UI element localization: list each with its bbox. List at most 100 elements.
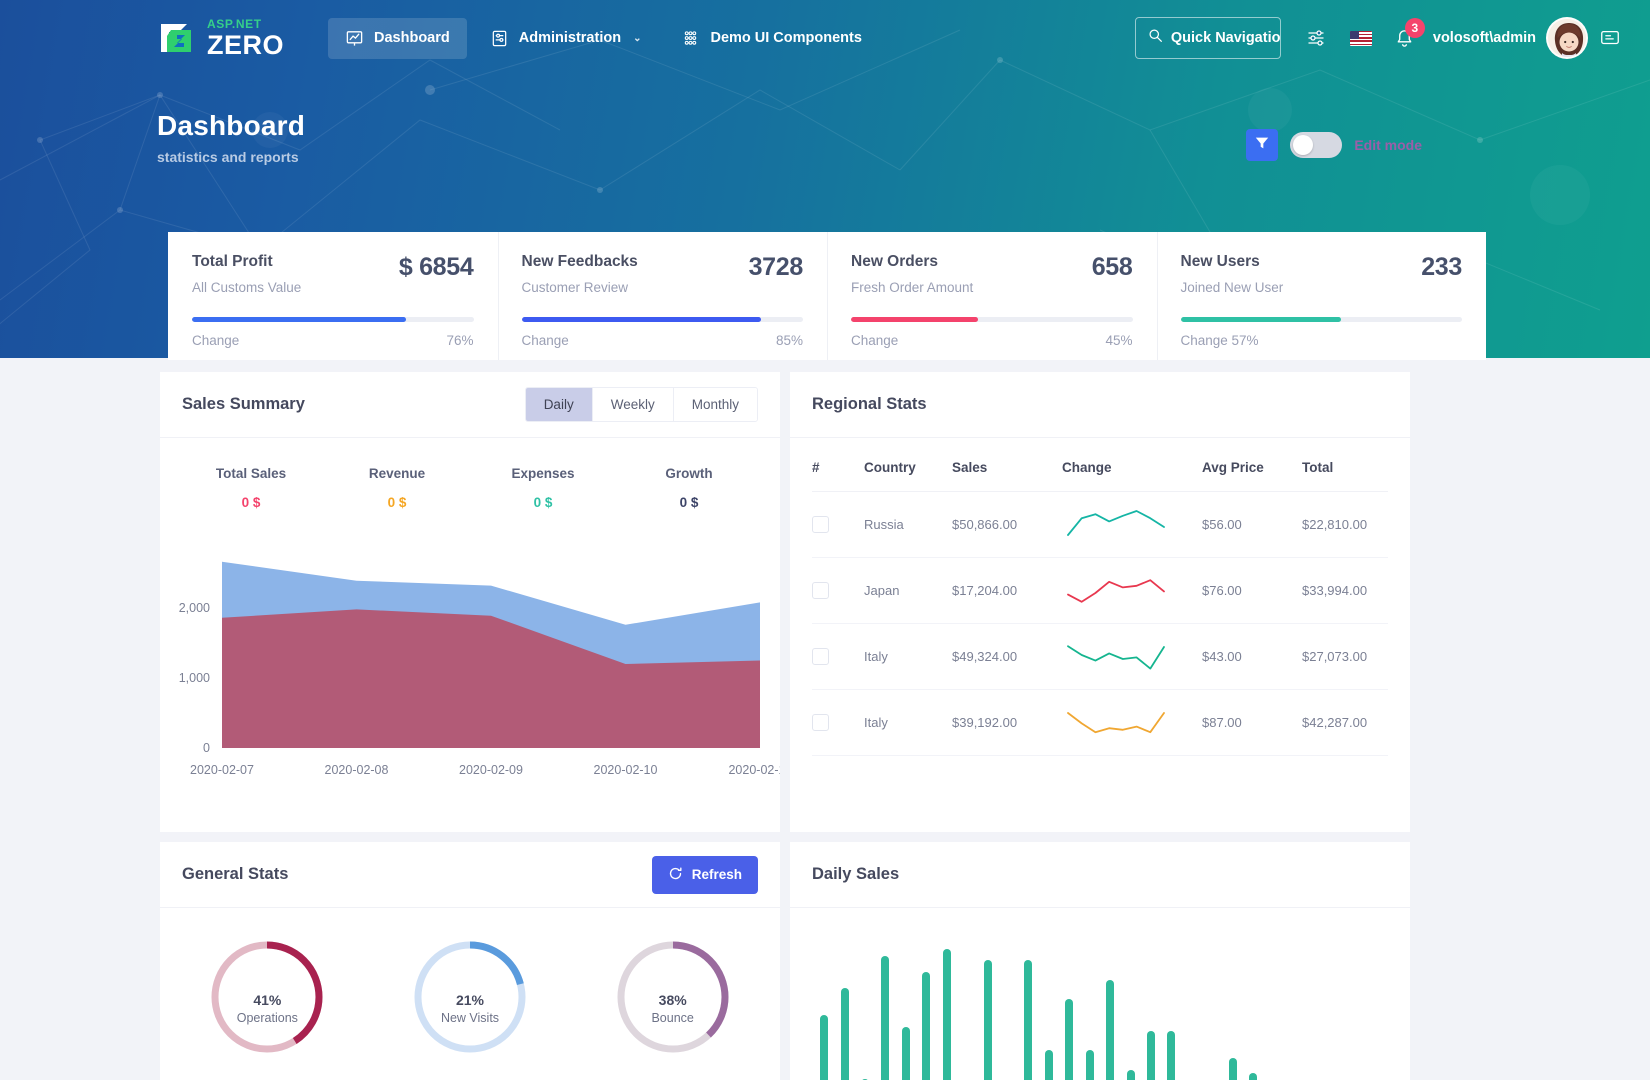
col-total: Total [1302, 438, 1388, 492]
kpi-change-value: 76% [446, 333, 474, 348]
bar-slot [1345, 934, 1365, 1080]
cell-change [1062, 689, 1202, 756]
cell-sales: $50,866.00 [952, 491, 1062, 558]
top-right-actions: 3 volosoft\admin [1134, 16, 1650, 60]
donut-name: Bounce [651, 1011, 694, 1025]
edit-mode-toggle[interactable] [1290, 132, 1343, 158]
kpi-card-new-orders: New Orders Fresh Order Amount 658 Change… [827, 232, 1157, 360]
sparkline [1067, 712, 1165, 734]
kpi-change-value: 45% [1105, 333, 1133, 348]
col-sales: Sales [952, 438, 1062, 492]
bar-slot [916, 934, 936, 1080]
grid-dots-icon [681, 29, 700, 48]
bar [1085, 1050, 1094, 1080]
cell-avg-price: $87.00 [1202, 689, 1302, 756]
kpi-change-label: Change [192, 333, 240, 348]
tab-monthly[interactable]: Monthly [673, 388, 757, 421]
stat-label: Total Sales [215, 466, 287, 481]
bar-slot [1325, 934, 1345, 1080]
settings-sliders-button[interactable] [1295, 16, 1339, 60]
sparkline [1067, 645, 1165, 670]
notifications-button[interactable]: 3 [1383, 16, 1427, 60]
nav-item-demo-ui-components[interactable]: Demo UI Components [664, 18, 878, 59]
kpi-title: New Orders [851, 253, 939, 270]
donut-operations: 41% Operations [166, 934, 369, 1060]
refresh-button[interactable]: Refresh [651, 855, 758, 894]
stat-value: 0 $ [533, 495, 553, 510]
kpi-title: New Feedbacks [521, 253, 638, 270]
panel-title: Sales Summary [182, 395, 305, 413]
quick-navigation-search[interactable] [1134, 17, 1281, 59]
cell-checkbox [812, 623, 864, 690]
kpi-value: 658 [1091, 253, 1133, 281]
nav-item-administration[interactable]: Administration ⌄ [473, 18, 659, 59]
nav-label-dashboard: Dashboard [374, 30, 450, 46]
cell-total: $27,073.00 [1302, 623, 1388, 690]
language-selector-button[interactable] [1339, 16, 1383, 60]
donut-percent: 41% [253, 992, 282, 1008]
donut-new-visits: 21% New Visits [369, 934, 572, 1060]
nav-item-dashboard[interactable]: Dashboard [328, 17, 467, 59]
bar-slot [1059, 934, 1079, 1080]
row-checkbox[interactable] [812, 516, 829, 533]
general-stats-header: General Stats Refresh [160, 842, 780, 908]
kpi-title: New Users [1180, 253, 1260, 270]
filter-button[interactable] [1246, 129, 1279, 161]
kpi-subtitle: Fresh Order Amount [851, 280, 974, 295]
kpi-change-label: Change 57% [1180, 333, 1259, 348]
tab-daily[interactable]: Daily [525, 388, 593, 421]
sparkline [1067, 579, 1165, 603]
stat-value: 0 $ [241, 495, 261, 510]
cell-total: $33,994.00 [1302, 557, 1388, 624]
stat-revenue: Revenue 0 $ [324, 466, 470, 510]
kpi-progress-bar [1180, 317, 1462, 322]
bar [1024, 960, 1033, 1080]
notification-badge: 3 [1404, 18, 1425, 38]
cell-sales: $49,324.00 [952, 623, 1062, 690]
bar-slot [1304, 934, 1324, 1080]
bar-slot [1284, 934, 1304, 1080]
bar-slot [1365, 934, 1385, 1080]
avatar[interactable] [1546, 17, 1588, 59]
kpi-card-new-feedbacks: New Feedbacks Customer Review 3728 Chang… [497, 232, 828, 360]
x-axis-tick: 2020-02-10 [594, 763, 658, 777]
row-checkbox[interactable] [812, 582, 829, 599]
tab-weekly[interactable]: Weekly [592, 388, 674, 421]
bar-slot [998, 934, 1018, 1080]
bar-slot [1100, 934, 1120, 1080]
brand-logo[interactable]: ASP.NET ZERO [157, 18, 284, 59]
row-checkbox[interactable] [812, 648, 829, 665]
kpi-subtitle: Joined New User [1180, 280, 1284, 295]
row-checkbox[interactable] [812, 714, 829, 731]
chat-button[interactable] [1588, 16, 1632, 60]
sales-summary-panel: Sales Summary Daily Weekly Monthly Total… [160, 372, 792, 832]
brand-main-text: ZERO [207, 29, 285, 60]
x-axis-tick: 2020-02-11 [728, 763, 780, 777]
cell-change [1062, 623, 1202, 690]
donut-name: Operations [236, 1011, 298, 1025]
search-input[interactable] [1170, 30, 1280, 46]
cell-country: Russia [864, 491, 952, 558]
aspnet-zero-logo-icon [157, 18, 197, 58]
kpi-progress-bar [851, 317, 1133, 322]
kpi-value: 3728 [748, 253, 804, 281]
cell-sales: $39,192.00 [952, 689, 1062, 756]
cell-avg-price: $43.00 [1202, 623, 1302, 690]
kpi-change-label: Change [851, 333, 899, 348]
top-navigation-bar: ASP.NET ZERO Dashboard Administration ⌄ … [0, 0, 1650, 76]
bar [820, 1014, 829, 1080]
y-axis-tick: 1,000 [179, 671, 210, 685]
daily-sales-panel: Daily Sales [790, 842, 1410, 1080]
bar-slot [875, 934, 895, 1080]
page-subtitle: statistics and reports [157, 149, 299, 165]
kpi-cards-row: Total Profit All Customs Value $ 6854 Ch… [168, 232, 1486, 360]
bar-slot [1182, 934, 1202, 1080]
search-icon [1148, 28, 1163, 48]
bar-slot [957, 934, 977, 1080]
bar [1044, 1050, 1053, 1080]
cell-avg-price: $76.00 [1202, 557, 1302, 624]
bar-slot [1120, 934, 1140, 1080]
col-country: Country [864, 438, 952, 492]
cell-avg-price: $56.00 [1202, 491, 1302, 558]
cell-checkbox [812, 557, 864, 624]
